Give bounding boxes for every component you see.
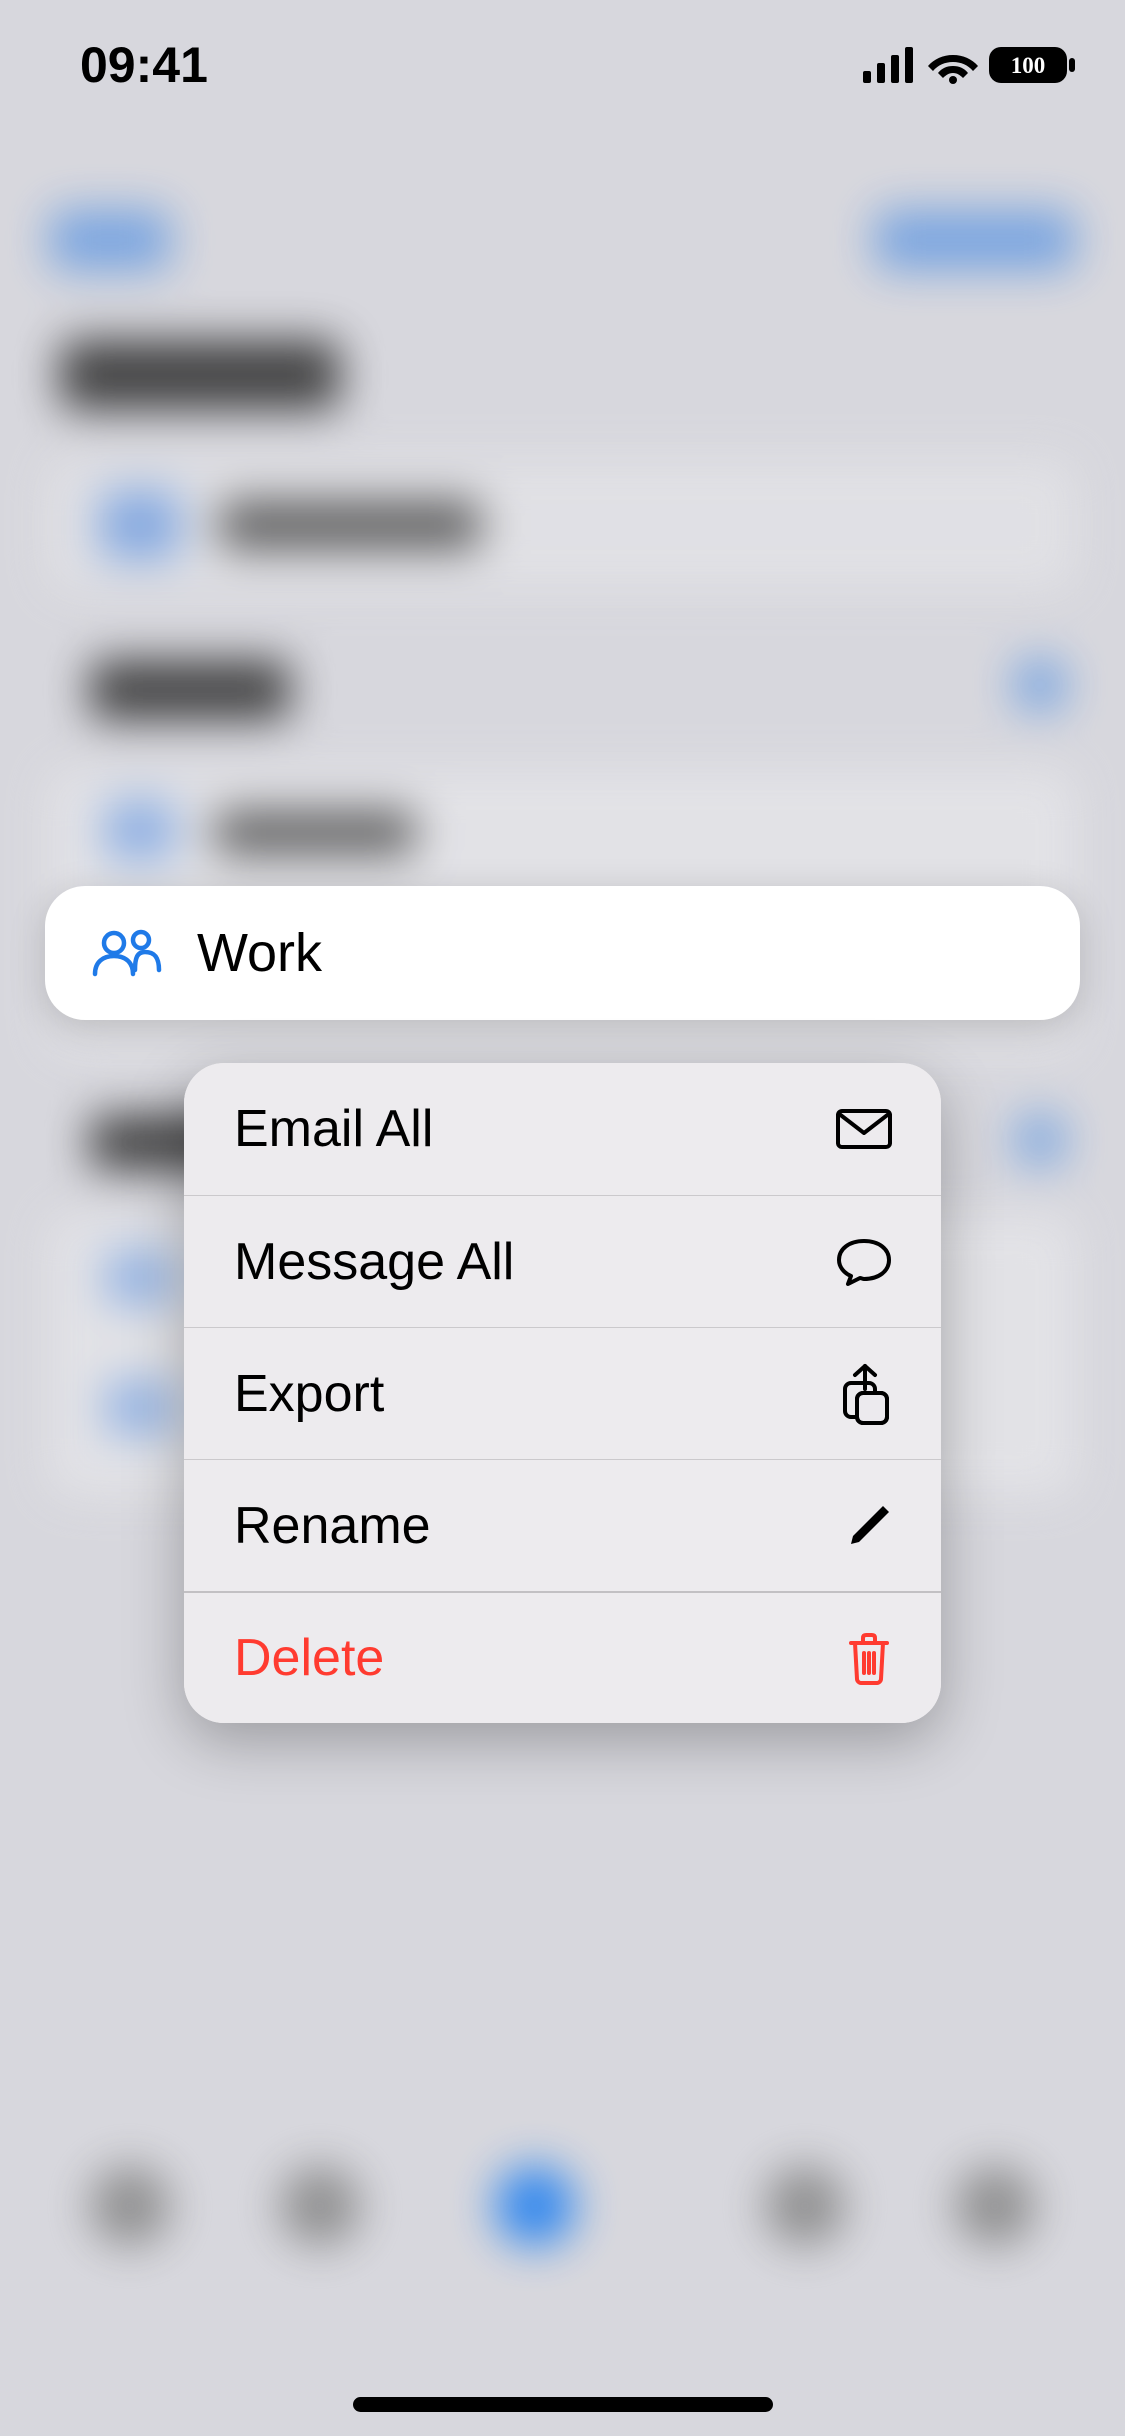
menu-item-export[interactable]: Export (184, 1327, 941, 1459)
menu-item-label: Message All (234, 1232, 514, 1292)
status-bar: 09:41 100 (0, 0, 1125, 130)
trash-icon (845, 1631, 893, 1685)
home-indicator[interactable] (353, 2397, 773, 2412)
menu-item-label: Export (234, 1364, 384, 1424)
list-item-label: Work (197, 922, 322, 984)
context-menu: Email All Message All Export (184, 1063, 941, 1723)
pencil-icon (845, 1502, 893, 1550)
cellular-icon (863, 47, 917, 83)
svg-text:100: 100 (1011, 53, 1046, 78)
menu-item-delete[interactable]: Delete (184, 1591, 941, 1723)
speech-bubble-icon (835, 1237, 893, 1287)
list-item-work[interactable]: Work (45, 886, 1080, 1020)
menu-item-message-all[interactable]: Message All (184, 1195, 941, 1327)
menu-item-label: Rename (234, 1496, 431, 1556)
menu-item-label: Email All (234, 1099, 433, 1159)
status-indicators: 100 (863, 45, 1075, 85)
menu-item-label: Delete (234, 1628, 384, 1688)
battery-icon: 100 (989, 45, 1075, 85)
status-time: 09:41 (80, 36, 208, 94)
share-icon (837, 1363, 893, 1425)
people-icon (89, 926, 165, 980)
wifi-icon (927, 46, 979, 84)
menu-item-email-all[interactable]: Email All (184, 1063, 941, 1195)
envelope-icon (835, 1107, 893, 1151)
menu-item-rename[interactable]: Rename (184, 1459, 941, 1591)
